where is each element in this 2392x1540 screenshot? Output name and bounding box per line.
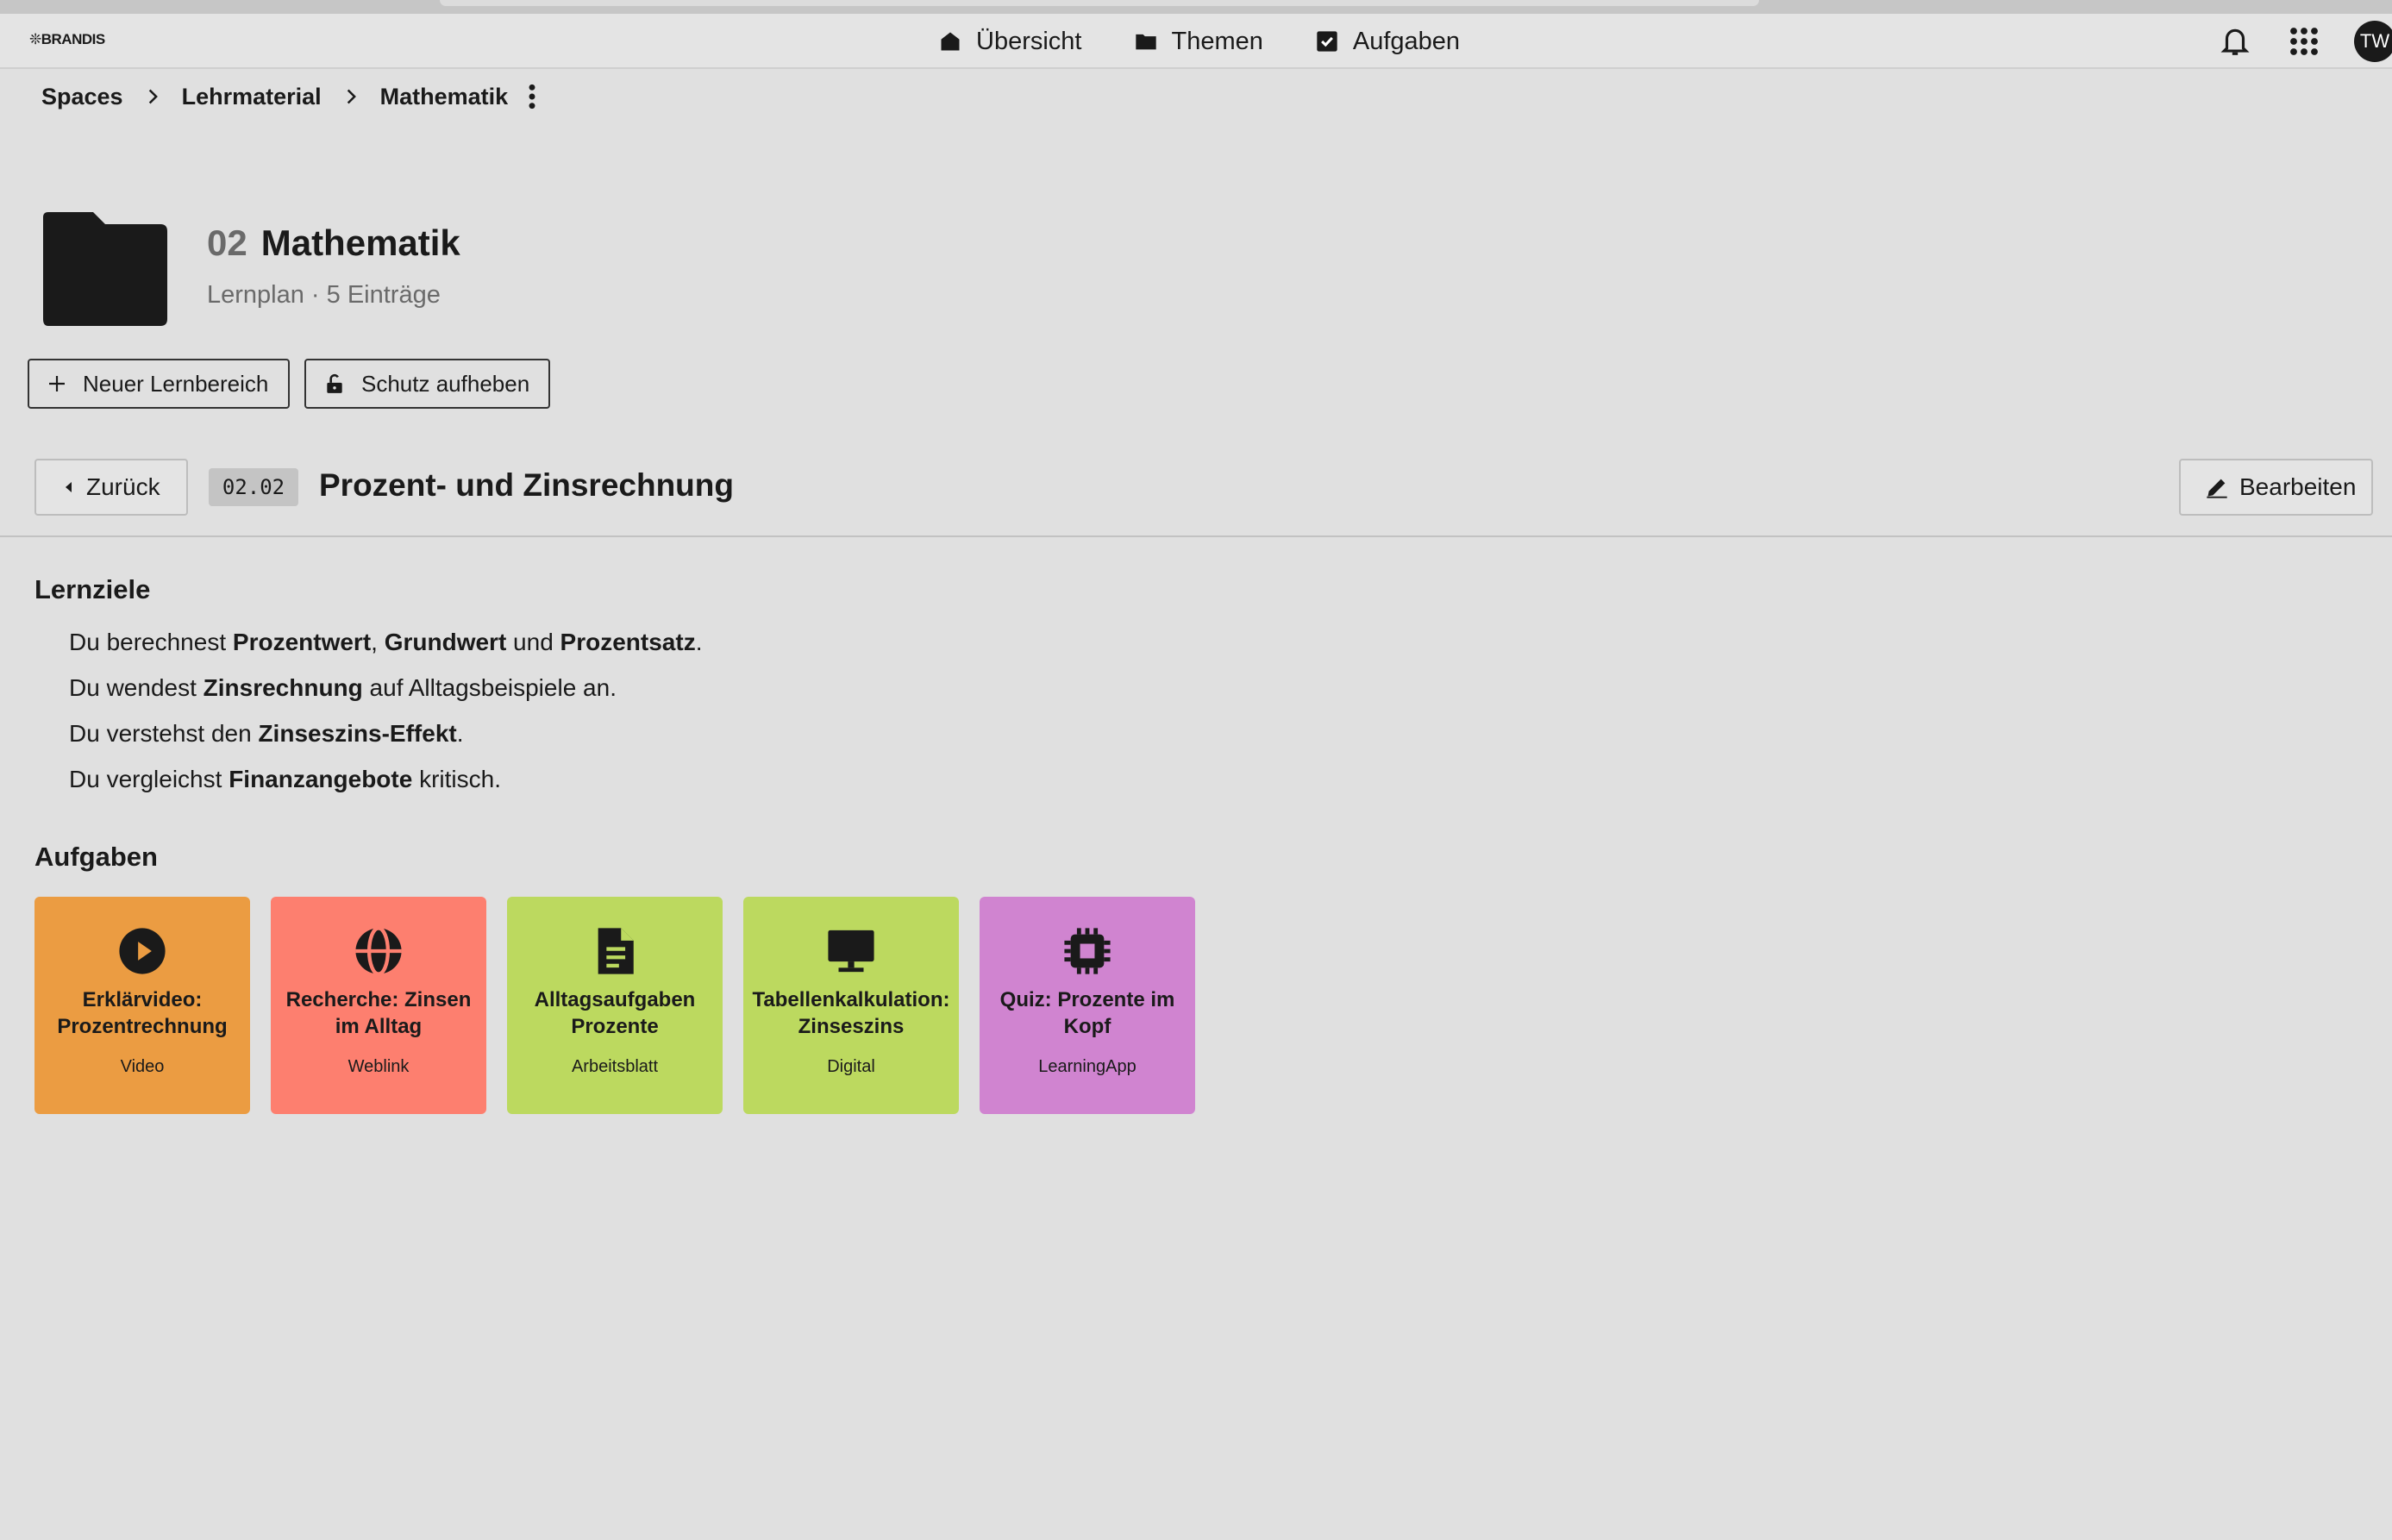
space-title: 02 Mathematik (207, 222, 460, 264)
chip-icon (1064, 928, 1111, 974)
goal-keyword: Prozentwert (232, 629, 372, 655)
goal-text: kritisch. (412, 766, 501, 792)
goal-text: . (695, 629, 703, 655)
goal-text: Du verstehst den (69, 720, 259, 747)
nav-item-themen[interactable]: Themen (1134, 24, 1263, 59)
nav-item-label: Themen (1171, 27, 1263, 55)
globe-icon (355, 926, 402, 976)
back-label: Zurück (86, 473, 160, 500)
goal-keyword: Zinseszins-Effekt (258, 720, 457, 747)
space-folder-icon (43, 212, 167, 326)
nav-item-label: Aufgaben (1352, 27, 1461, 55)
nav-item-aufgaben[interactable]: Aufgaben (1315, 24, 1460, 59)
apps-grid-icon (2290, 28, 2318, 55)
learning-goal-item: Du verstehst den Zinseszins-Effekt. (69, 716, 702, 761)
monitor-icon (828, 930, 874, 973)
task-card-type: Weblink (348, 1057, 410, 1076)
edit-label: Bearbeiten (2239, 473, 2357, 500)
nav-item-uebersicht[interactable]: Übersicht (938, 24, 1082, 59)
task-card-title: Erklärvideo: Prozentrechnung (57, 988, 228, 1038)
goal-text: Du wendest (69, 674, 204, 701)
goal-text: , (371, 629, 385, 655)
nav-item-label: Übersicht (976, 27, 1082, 55)
task-card-type: LearningApp (1038, 1057, 1137, 1076)
browser-tab-pill (440, 0, 1759, 6)
pencil-icon (2207, 479, 2227, 498)
back-button[interactable]: Zurück (34, 459, 188, 516)
task-card-title: Alltagsaufgaben Prozente (534, 988, 696, 1038)
edit-button[interactable]: Bearbeiten (2179, 459, 2373, 516)
play-circle-icon (119, 928, 166, 974)
more-vertical-icon[interactable] (527, 83, 537, 110)
space-subtitle: Lernplan · 5 Einträge (207, 281, 441, 309)
caret-left-icon (66, 482, 72, 492)
goal-text: auf Alltagsbeispiele an. (362, 674, 617, 701)
goal-keyword: Prozentsatz (560, 629, 696, 655)
learning-goals-list: Du berechnest Prozentwert, Grundwert und… (69, 624, 702, 807)
section-divider (0, 535, 2392, 537)
goal-text: . (456, 720, 464, 747)
task-card-title: Quiz: Prozente im Kopf (999, 988, 1175, 1038)
user-avatar[interactable]: TW (2354, 21, 2392, 62)
goal-text: Du berechnest (69, 629, 233, 655)
learning-goal-item: Du vergleichst Finanzangebote kritisch. (69, 761, 702, 807)
task-card-weblink[interactable]: Recherche: Zinsen im Alltag Weblink (271, 897, 486, 1114)
task-card-digital[interactable]: Tabellenkalkulation: Zinseszins Digital (743, 897, 959, 1114)
main-nav: Übersicht Themen Aufgaben (938, 24, 1460, 59)
goal-text: Du vergleichst (69, 766, 229, 792)
task-card-type: Digital (827, 1057, 875, 1076)
header-actions: TW (2216, 21, 2392, 62)
space-number: 02 (207, 222, 247, 263)
unlock-icon (327, 373, 342, 393)
task-card-title: Recherche: Zinsen im Alltag (285, 988, 472, 1038)
goal-keyword: Zinsrechnung (203, 674, 363, 701)
learning-goal-item: Du berechnest Prozentwert, Grundwert und… (69, 624, 702, 670)
task-card-worksheet[interactable]: Alltagsaufgaben Prozente Arbeitsblatt (507, 897, 723, 1114)
task-card-type: Arbeitsblatt (571, 1057, 659, 1076)
section-code-badge: 02.02 (209, 468, 298, 506)
space-name: Mathematik (260, 222, 460, 263)
apps-menu-button[interactable] (2285, 22, 2323, 60)
breadcrumb-spaces[interactable]: Spaces (41, 84, 123, 110)
section-title: Prozent- und Zinsrechnung (319, 467, 734, 503)
folder-icon (1135, 34, 1156, 50)
goal-text: und (506, 629, 560, 655)
goal-keyword: Finanzangebote (229, 766, 413, 792)
plus-icon (49, 376, 65, 391)
browser-top-strip (0, 0, 2392, 14)
task-cards: Erklärvideo: Prozentrechnung Video Reche… (34, 897, 1195, 1114)
learning-goals-heading: Lernziele (34, 574, 151, 604)
new-learning-area-button[interactable]: Neuer Lernbereich (28, 359, 290, 409)
new-learning-area-label: Neuer Lernbereich (83, 370, 269, 397)
breadcrumb: Spaces Lehrmaterial Mathematik (41, 79, 537, 114)
breadcrumb-mathematik[interactable]: Mathematik (380, 84, 509, 110)
document-icon (598, 928, 634, 974)
chevron-right-icon (148, 89, 158, 104)
learning-goal-item: Du wendest Zinsrechnung auf Alltagsbeisp… (69, 670, 702, 716)
tasks-heading: Aufgaben (34, 842, 158, 872)
breadcrumb-lehrmaterial[interactable]: Lehrmaterial (182, 84, 322, 110)
checkbox-icon (1317, 31, 1337, 52)
bell-icon (2220, 28, 2250, 55)
task-card-type: Video (120, 1057, 165, 1076)
brand-logo[interactable]: ❊BRANDIS (29, 31, 105, 48)
app-header: ❊BRANDIS Übersicht Themen Aufgaben TW (0, 14, 2392, 69)
task-card-video[interactable]: Erklärvideo: Prozentrechnung Video (34, 897, 250, 1114)
task-card-title: Tabellenkalkulation: Zinseszins (752, 988, 950, 1038)
home-icon (941, 32, 960, 51)
goal-keyword: Grundwert (384, 629, 507, 655)
unlock-button[interactable]: Schutz aufheben (304, 359, 550, 409)
chevron-right-icon (347, 89, 356, 104)
task-card-quiz[interactable]: Quiz: Prozente im Kopf LearningApp (980, 897, 1195, 1114)
notifications-button[interactable] (2216, 22, 2254, 60)
unlock-label: Schutz aufheben (361, 370, 530, 397)
